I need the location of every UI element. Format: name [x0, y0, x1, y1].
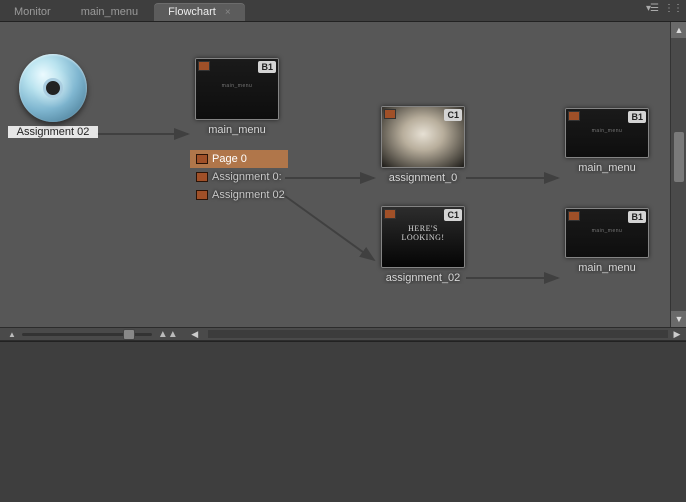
sublist-item-label: Assignment 0:	[212, 171, 282, 183]
tab-label: Monitor	[14, 6, 51, 18]
node-badge: C1	[444, 109, 462, 121]
sublist-item-label: Assignment 02	[212, 189, 285, 201]
node-thumbnail: B1 main_menu	[565, 208, 649, 258]
node-thumbnail: C1	[381, 106, 465, 168]
tab-monitor[interactable]: Monitor	[0, 3, 65, 21]
flowchart-canvas[interactable]: Assignment 02 B1 main_menu main_menu Pag…	[0, 22, 670, 327]
disc-icon	[19, 54, 87, 122]
tab-flowchart[interactable]: Flowchart ×	[154, 3, 245, 21]
vertical-scrollbar[interactable]: ▲ ▼	[670, 22, 686, 327]
thumb-text-line2: LOOKING!	[401, 233, 444, 242]
zoom-thumb[interactable]	[123, 329, 135, 340]
thumb-text-line1: HERE'S	[408, 224, 438, 233]
tab-label: Flowchart	[168, 6, 216, 18]
zoom-track[interactable]	[22, 333, 152, 336]
node-main-menu[interactable]: B1 main_menu main_menu	[192, 58, 282, 136]
zoom-out-icon[interactable]: ▲	[8, 330, 16, 339]
node-thumbnail: C1 HERE'S LOOKING!	[381, 206, 465, 268]
sublist-item-page0[interactable]: Page 0	[190, 150, 288, 168]
node-badge: C1	[444, 209, 462, 221]
zoom-slider[interactable]: ▲ ▲▲	[0, 329, 178, 340]
flowchart-canvas-wrap: Assignment 02 B1 main_menu main_menu Pag…	[0, 22, 686, 327]
tab-main-menu[interactable]: main_menu	[67, 3, 152, 21]
tab-bar: Monitor main_menu Flowchart × ▾☰ ⋮⋮	[0, 0, 686, 22]
sublist-item-2[interactable]: Assignment 02	[190, 186, 288, 204]
node-return-main-menu-2[interactable]: B1 main_menu main_menu	[562, 208, 652, 274]
node-label: main_menu	[562, 162, 652, 174]
node-thumbnail: B1 main_menu	[195, 58, 279, 120]
sublist-item-1[interactable]: Assignment 0:	[190, 168, 288, 186]
node-assignment-2[interactable]: C1 HERE'S LOOKING! assignment_02	[378, 206, 468, 284]
main-menu-sublist: Page 0 Assignment 0: Assignment 02	[190, 150, 288, 204]
node-assignment-1[interactable]: C1 assignment_0	[378, 106, 468, 184]
connection-arrows	[0, 22, 670, 327]
zoom-in-icon[interactable]: ▲▲	[158, 329, 178, 340]
node-badge: B1	[628, 211, 646, 223]
node-label: main_menu	[192, 124, 282, 136]
scroll-down-arrow[interactable]: ▼	[671, 311, 686, 327]
node-label: main_menu	[562, 262, 652, 274]
hscroll-left-arrow[interactable]: ◀	[186, 329, 204, 340]
close-icon[interactable]: ×	[225, 7, 231, 18]
canvas-footer-bar: ▲ ▲▲ ◀ ▶	[0, 327, 686, 341]
timeline-icon	[384, 209, 396, 219]
timeline-icon	[384, 109, 396, 119]
node-badge: B1	[258, 61, 276, 73]
sublist-item-label: Page 0	[212, 153, 247, 165]
horizontal-scrollbar[interactable]	[208, 330, 668, 338]
scroll-up-arrow[interactable]: ▲	[671, 22, 686, 38]
tab-label: main_menu	[81, 6, 138, 18]
panel-menu-icon[interactable]: ▾☰	[646, 3, 658, 14]
node-badge: B1	[628, 111, 646, 123]
menu-icon	[568, 111, 580, 121]
node-disc-root[interactable]: Assignment 02	[8, 54, 98, 138]
node-label: assignment_0	[378, 172, 468, 184]
lower-panel	[0, 341, 686, 502]
hscroll-right-arrow[interactable]: ▶	[668, 329, 686, 340]
node-return-main-menu-1[interactable]: B1 main_menu main_menu	[562, 108, 652, 174]
node-label: Assignment 02	[8, 126, 98, 138]
menu-icon	[198, 61, 210, 71]
scrollbar-thumb[interactable]	[674, 132, 684, 182]
node-label: assignment_02	[378, 272, 468, 284]
node-thumbnail: B1 main_menu	[565, 108, 649, 158]
menu-icon	[568, 211, 580, 221]
drag-handle-icon[interactable]: ⋮⋮	[664, 3, 682, 14]
